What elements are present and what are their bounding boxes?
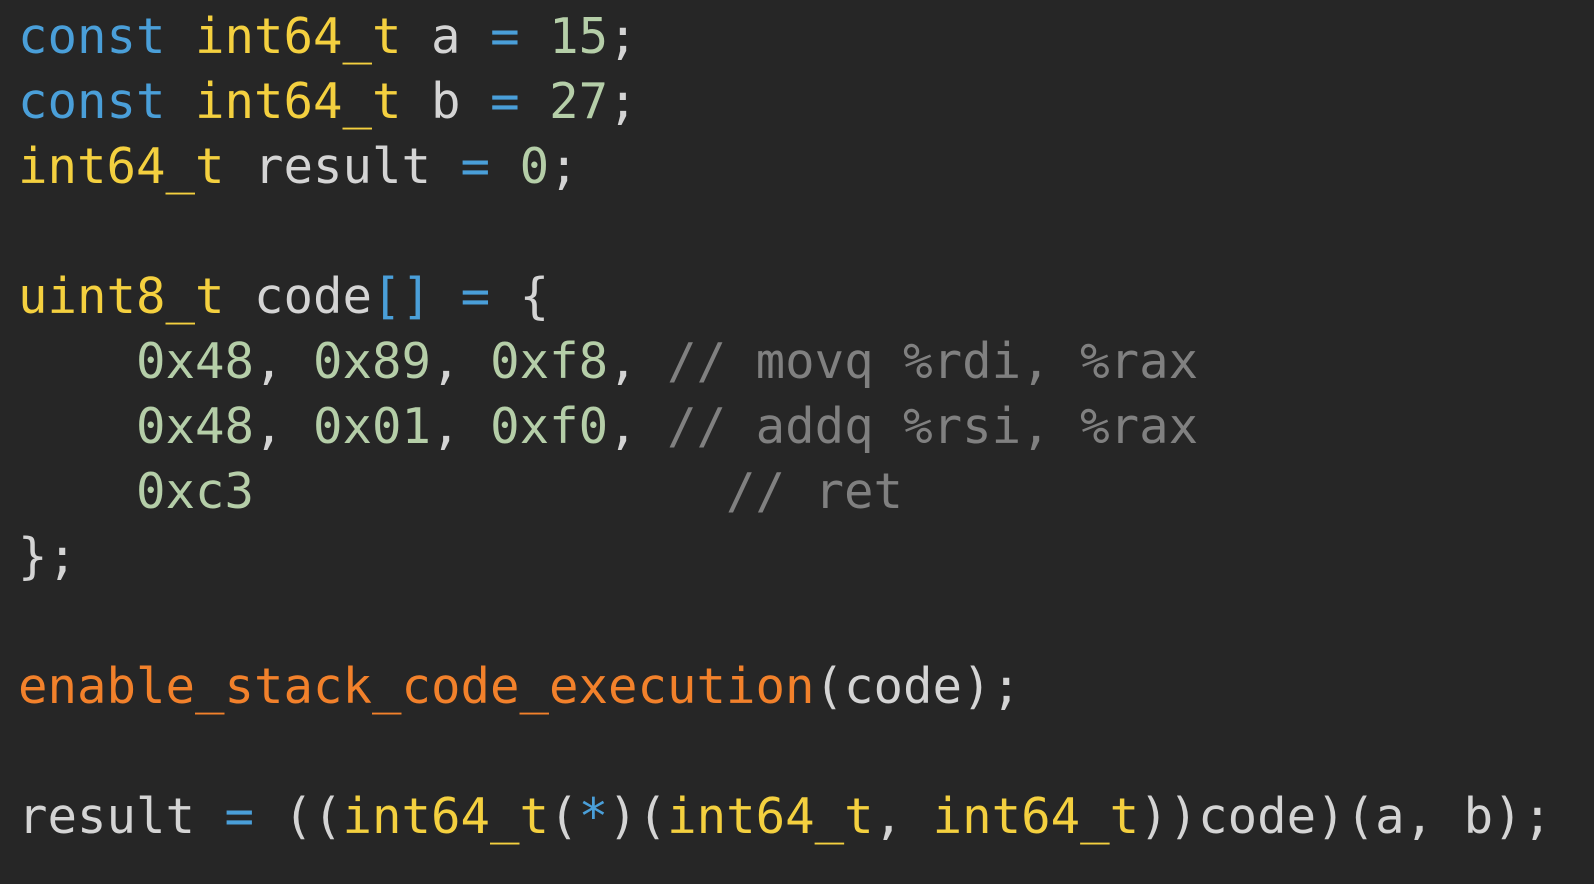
keyword-token: const: [18, 8, 166, 65]
number-token: 0xf0: [490, 398, 609, 455]
code-line: enable_stack_code_execution(code);: [18, 654, 1588, 719]
number-token: 27: [549, 73, 609, 130]
text-token: )(: [608, 788, 668, 845]
text-token: ;: [549, 138, 579, 195]
code-line: uint8_t code[] = {: [18, 264, 1588, 329]
type-token: uint8_t: [18, 268, 225, 325]
number-token: 0x89: [313, 333, 432, 390]
operator-token: =: [224, 788, 255, 845]
number-token: 0x48: [136, 398, 255, 455]
text-token: ,: [608, 398, 668, 455]
code-line: };: [18, 524, 1588, 589]
text-token: };: [18, 528, 78, 585]
type-token: int64_t: [195, 73, 402, 130]
text-token: ,: [431, 333, 491, 390]
comment-token: // addq %rsi, %rax: [667, 398, 1199, 455]
code-line: int64_t result = 0;: [18, 134, 1588, 199]
text-token: ;: [608, 8, 638, 65]
number-token: 0x48: [136, 333, 255, 390]
comment-token: // movq %rdi, %rax: [667, 333, 1199, 390]
text-token: code: [224, 268, 373, 325]
text-token: (code);: [814, 658, 1022, 715]
number-token: 0: [519, 138, 550, 195]
text-token: b: [401, 73, 491, 130]
text-token: (: [549, 788, 579, 845]
text-token: ,: [431, 398, 491, 455]
number-token: 0xc3: [136, 463, 255, 520]
text-token: a: [401, 8, 491, 65]
code-line: const int64_t a = 15;: [18, 4, 1588, 69]
number-token: 0x01: [313, 398, 432, 455]
keyword-token: const: [18, 73, 166, 130]
code-line: result = ((int64_t(*)(int64_t, int64_t))…: [18, 784, 1588, 849]
code-line: 0xc3 // ret: [18, 459, 1588, 524]
text-token: result: [18, 788, 225, 845]
text-token: ,: [254, 398, 314, 455]
type-token: int64_t: [195, 8, 402, 65]
operator-token: =: [460, 138, 491, 195]
operator-token: =: [490, 73, 520, 130]
number-token: 0xf8: [490, 333, 609, 390]
operator-token: *: [578, 788, 609, 845]
type-token: int64_t: [18, 138, 225, 195]
operator-token: =: [490, 8, 520, 65]
code-line: const int64_t b = 27;: [18, 69, 1588, 134]
text-token: ,: [608, 333, 668, 390]
code-editor: const int64_t a = 15; const int64_t b = 2…: [18, 4, 1588, 880]
comment-token: // ret: [726, 463, 904, 520]
text-token: ((: [254, 788, 343, 845]
function-token: enable_stack_code_execution: [18, 658, 815, 715]
text-token: ,: [254, 333, 314, 390]
text-token: result: [224, 138, 461, 195]
code-line: 0x48, 0x01, 0xf0, // addq %rsi, %rax: [18, 394, 1588, 459]
type-token: int64_t: [932, 788, 1140, 845]
type-token: int64_t: [342, 788, 550, 845]
number-token: 15: [549, 8, 609, 65]
operator-token: []: [372, 268, 432, 325]
text-token: ,: [873, 788, 933, 845]
operator-token: =: [460, 268, 491, 325]
text-token: {: [490, 268, 550, 325]
text-token: ;: [608, 73, 638, 130]
text-token: ))code)(a, b);: [1139, 788, 1553, 845]
code-line: 0x48, 0x89, 0xf8, // movq %rdi, %rax: [18, 329, 1588, 394]
type-token: int64_t: [667, 788, 874, 845]
